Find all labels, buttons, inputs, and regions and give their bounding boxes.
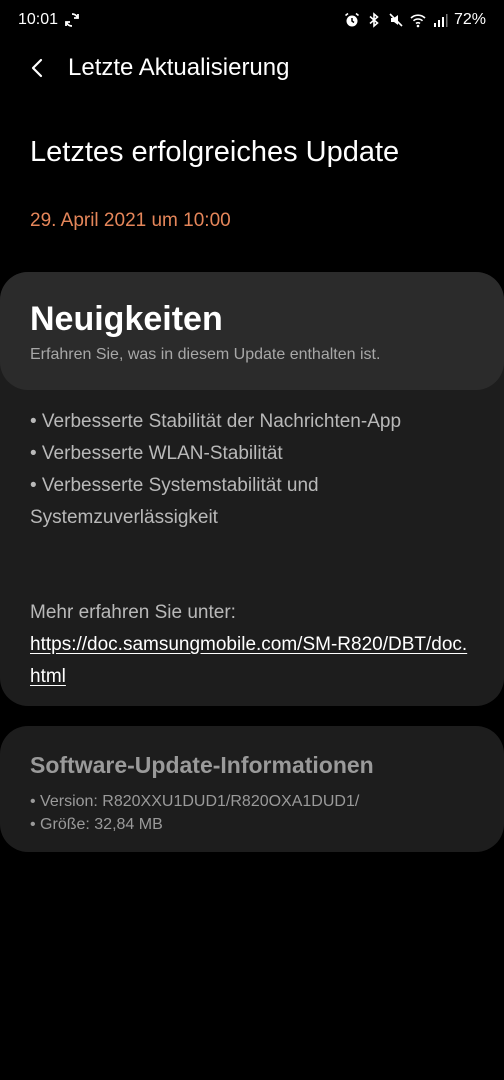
status-time: 10:01 [18,11,59,28]
back-arrow-icon [31,58,43,78]
software-info-card: Software-Update-Informationen • Version:… [0,726,504,852]
signal-icon [432,12,448,28]
news-list: • Verbesserte Stabilität der Nachrichten… [30,406,480,534]
last-update-date: 29. April 2021 um 10:00 [30,210,231,231]
news-item: • Verbesserte Stabilität der Nachrichten… [30,411,402,432]
software-info-list: • Version: R820XXU1DUD1/R820OXA1DUD1/ • … [30,790,359,836]
back-button[interactable] [8,44,68,92]
status-bar-right: 72% [344,11,486,29]
mute-icon [388,12,404,28]
last-update-heading: Letztes erfolgreiches Update [30,136,400,168]
status-bar-left: 10:01 [18,11,80,29]
software-info-title: Software-Update-Informationen [30,752,374,778]
size-row: • Größe: 32,84 MB [30,816,163,833]
alarm-icon [344,12,360,28]
app-bar: Letzte Aktualisierung [0,44,504,92]
news-item: • Verbesserte WLAN-Stabilität [30,443,283,464]
news-item: • Verbesserte Systemstabilität und Syste… [30,475,319,528]
news-subtitle: Erfahren Sie, was in diesem Update entha… [30,346,381,363]
news-header: Neuigkeiten Erfahren Sie, was in diesem … [0,272,504,390]
version-row: • Version: R820XXU1DUD1/R820OXA1DUD1/ [30,793,360,810]
bluetooth-icon [366,12,382,28]
news-title: Neuigkeiten [30,300,223,338]
release-notes-link[interactable]: https://doc.samsungmobile.com/SM-R820/DB… [30,629,470,693]
more-info-label: Mehr erfahren Sie unter: [30,602,236,623]
sync-icon [64,12,80,28]
status-bar: 10:01 72% [0,0,504,40]
page-title: Letzte Aktualisierung [68,54,290,81]
wifi-icon [410,12,426,28]
battery-level: 72% [453,11,486,28]
news-card: Neuigkeiten Erfahren Sie, was in diesem … [0,272,504,706]
more-info: Mehr erfahren Sie unter: https://doc.sam… [30,597,480,693]
